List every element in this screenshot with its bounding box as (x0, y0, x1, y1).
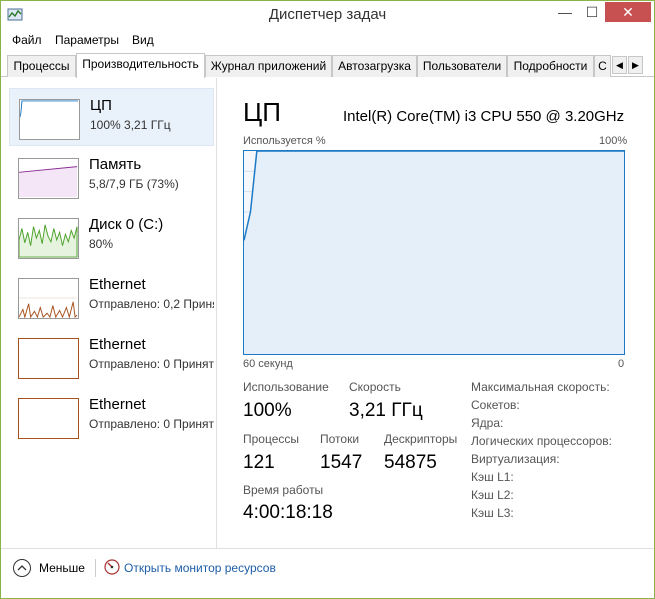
cpu-usage-graph (243, 150, 625, 355)
threads-value: 1547 (320, 452, 363, 473)
detail-title: ЦП (243, 97, 281, 127)
resource-summary: Отправлено: 0 Принят (89, 417, 214, 431)
resource-name: ЦП (90, 97, 112, 114)
resource-summary: 100% 3,21 ГГц (90, 118, 171, 132)
resource-summary: 80% (89, 237, 114, 251)
resource-cpu[interactable]: ЦП 100% 3,21 ГГц (9, 88, 214, 146)
chart-label-max: 100% (599, 135, 628, 147)
resource-disk[interactable]: Диск 0 (C:) 80% (9, 208, 214, 266)
ethernet-thumbnail-graph (18, 398, 79, 439)
spec-max-speed: Максимальная скорость: (471, 380, 610, 394)
cpu-model: Intel(R) Core(TM) i3 CPU 550 @ 3.20GHz (343, 108, 625, 125)
task-manager-window: Диспетчер задач — ☐ ✕ Файл Параметры Вид… (0, 0, 655, 599)
resource-ethernet-1[interactable]: Ethernet Отправлено: 0,2 Приня (9, 268, 214, 326)
footer: Меньше Открыть монитор ресурсов (1, 548, 654, 598)
fewer-details-button[interactable]: Меньше (39, 561, 85, 575)
cpu-thumbnail-graph (19, 99, 80, 140)
chart-label-usage: Используется % (243, 135, 326, 147)
resource-summary: 5,8/7,9 ГБ (73%) (89, 177, 179, 191)
footer-divider (95, 559, 96, 577)
spec-virtualization: Виртуализация: (471, 452, 560, 466)
maximize-button[interactable]: ☐ (579, 2, 605, 22)
spec-l1-cache: Кэш L1: (471, 470, 514, 484)
resource-name: Ethernet (89, 336, 146, 353)
speed-value: 3,21 ГГц (349, 400, 423, 421)
tab-scroll-left-icon[interactable]: ◀ (612, 56, 627, 74)
processes-value: 121 (243, 452, 275, 473)
tab-performance[interactable]: Производительность (76, 53, 205, 78)
tab-startup[interactable]: Автозагрузка (332, 55, 417, 77)
spec-l3-cache: Кэш L3: (471, 506, 514, 520)
title-bar: Диспетчер задач — ☐ ✕ (1, 1, 654, 31)
tab-app-history[interactable]: Журнал приложений (205, 55, 332, 77)
resource-summary: Отправлено: 0 Принят (89, 357, 214, 371)
menu-file[interactable]: Файл (12, 33, 42, 47)
close-button[interactable]: ✕ (605, 2, 651, 22)
handles-label: Дескрипторы (384, 432, 458, 446)
axis-label-time: 60 секунд (243, 358, 293, 370)
resource-ethernet-3[interactable]: Ethernet Отправлено: 0 Принят (9, 388, 214, 446)
axis-label-zero: 0 (618, 358, 625, 370)
tab-services[interactable]: С (594, 55, 611, 77)
cpu-usage-area (244, 151, 624, 354)
tab-bar: Процессы Производительность Журнал прило… (1, 53, 654, 78)
minimize-button[interactable]: — (552, 2, 578, 22)
spec-l2-cache: Кэш L2: (471, 488, 514, 502)
resource-list: ЦП 100% 3,21 ГГц Память 5,8/7,9 ГБ (73%)… (1, 78, 217, 548)
tab-processes[interactable]: Процессы (7, 55, 76, 77)
resource-summary: Отправлено: 0,2 Приня (89, 297, 214, 311)
resource-name: Ethernet (89, 276, 146, 293)
spec-cores: Ядра: (471, 416, 504, 430)
disk-thumbnail-graph (18, 218, 79, 259)
resource-name: Память (89, 156, 142, 173)
collapse-chevron-up-icon[interactable] (13, 559, 31, 577)
usage-value: 100% (243, 400, 292, 421)
tab-scroll-right-icon[interactable]: ▶ (628, 56, 643, 74)
resource-monitor-icon (104, 559, 120, 575)
uptime-value: 4:00:18:18 (243, 502, 333, 523)
open-resource-monitor-link[interactable]: Открыть монитор ресурсов (124, 561, 276, 575)
resource-ethernet-2[interactable]: Ethernet Отправлено: 0 Принят (9, 328, 214, 386)
handles-value: 54875 (384, 452, 437, 473)
resource-name: Ethernet (89, 396, 146, 413)
usage-label: Использование (243, 380, 329, 394)
spec-sockets: Сокетов: (471, 398, 520, 412)
ethernet-thumbnail-graph (18, 278, 79, 319)
tab-users[interactable]: Пользователи (417, 55, 507, 77)
tab-details[interactable]: Подробности (507, 55, 594, 77)
memory-thumbnail-graph (18, 158, 79, 199)
resource-name: Диск 0 (C:) (89, 216, 164, 233)
processes-label: Процессы (243, 432, 300, 446)
speed-label: Скорость (349, 380, 401, 394)
threads-label: Потоки (320, 432, 360, 446)
uptime-label: Время работы (243, 483, 324, 497)
menu-options[interactable]: Параметры (55, 33, 119, 47)
menu-view[interactable]: Вид (132, 33, 154, 47)
ethernet-thumbnail-graph (18, 338, 79, 379)
spec-logical-processors: Логических процессоров: (471, 434, 612, 448)
resource-memory[interactable]: Память 5,8/7,9 ГБ (73%) (9, 148, 214, 206)
menu-bar: Файл Параметры Вид (1, 31, 654, 51)
